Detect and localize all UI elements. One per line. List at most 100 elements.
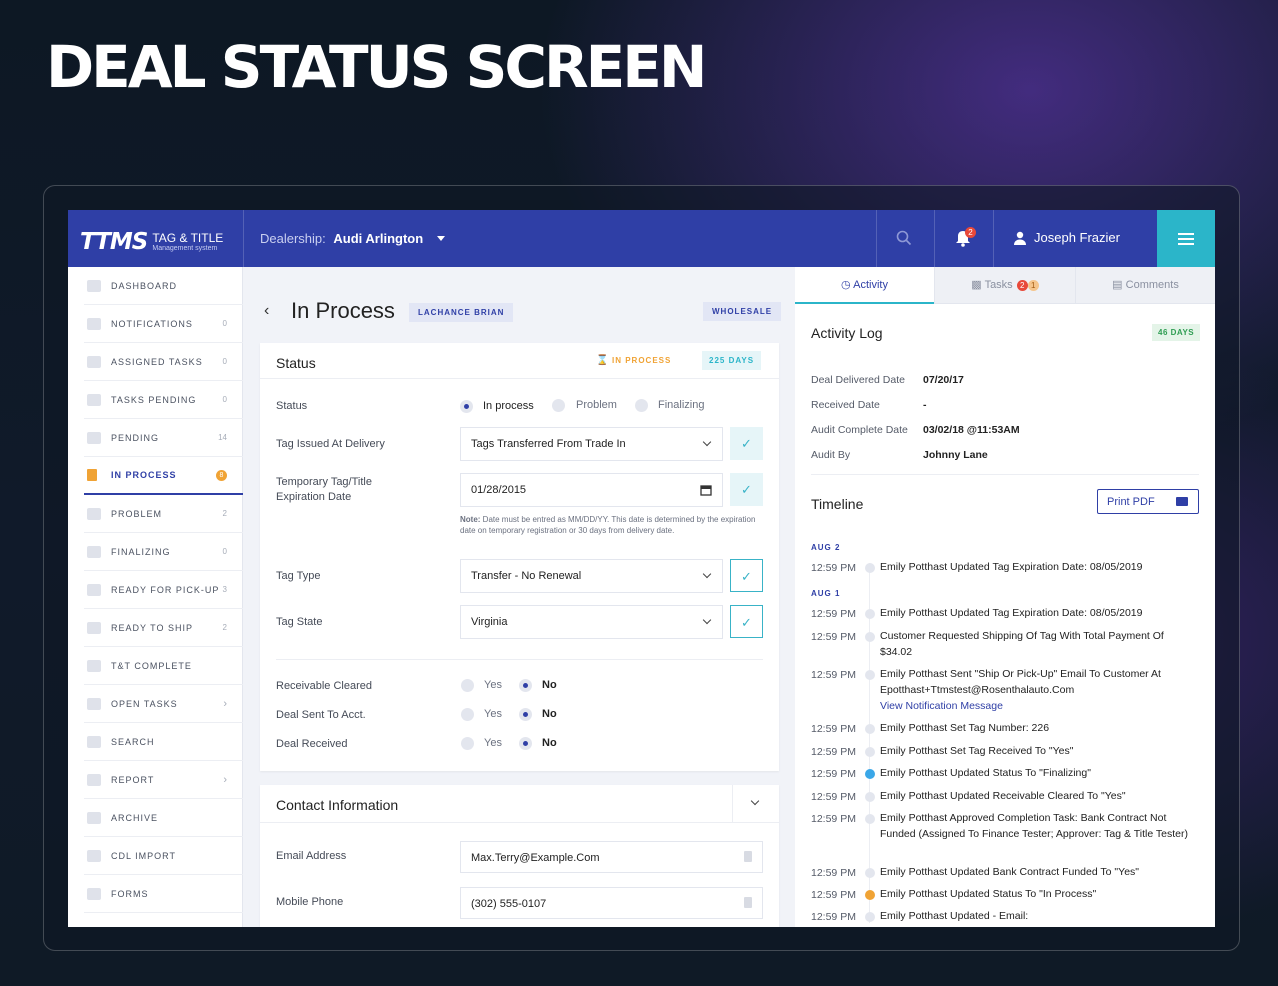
sidebar-item-notifications[interactable]: NOTIFICATIONS 0: [84, 305, 243, 343]
trash-icon[interactable]: [744, 897, 752, 908]
phone-label: Mobile Phone: [276, 896, 344, 908]
activity-log-value: 03/02/18 @11:53AM: [923, 424, 1020, 436]
timeline-date: AUG 1: [811, 589, 841, 598]
status-card: Status ⌛ IN PROCESS 225 DAYS Status In p…: [260, 343, 779, 771]
sidebar-item-open-tasks[interactable]: OPEN TASKS ›: [84, 685, 243, 723]
bell-icon[interactable]: 2: [955, 227, 976, 252]
activity-log-title: Activity Log: [811, 325, 883, 341]
deal-type-chip: WHOLESALE: [703, 302, 782, 321]
hourglass-icon: [87, 469, 97, 481]
sidebar-item-label: REPORT: [111, 774, 155, 785]
activity-log-label: Audit By: [811, 449, 851, 461]
tag-state-select[interactable]: Virginia: [460, 605, 723, 639]
timeline-time: 12:59 PM: [811, 813, 856, 825]
chevron-down-icon[interactable]: [750, 796, 760, 806]
receivable-no-radio[interactable]: [519, 679, 532, 692]
sidebar-item-report[interactable]: REPORT ›: [84, 761, 243, 799]
flag-icon: [87, 545, 101, 558]
deal-sent-label: Deal Sent To Acct.: [276, 709, 366, 721]
sidebar-item-finalizing[interactable]: FINALIZING 0: [84, 533, 243, 571]
sidebar-item-search[interactable]: SEARCH: [84, 723, 243, 761]
sidebar-item-cdl-import[interactable]: CDL IMPORT: [84, 837, 243, 875]
search-icon[interactable]: [896, 230, 912, 251]
sidebar-item-tt-complete[interactable]: T&T COMPLETE: [84, 647, 243, 685]
contact-card-header[interactable]: Contact Information: [260, 785, 779, 823]
deal-received-yes-radio[interactable]: [461, 737, 474, 750]
sidebar-item-label: IN PROCESS: [111, 470, 177, 480]
sidebar-item-assigned-tasks[interactable]: ASSIGNED TASKS 0: [84, 343, 243, 381]
hamburger-menu-button[interactable]: [1157, 210, 1215, 267]
user-menu[interactable]: Joseph Frazier: [1013, 230, 1120, 245]
email-field[interactable]: Max.Terry@Example.Com: [460, 841, 763, 873]
chevron-down-icon: [702, 569, 712, 579]
radio-label: Problem: [576, 399, 617, 411]
status-radio-in-process[interactable]: [460, 400, 473, 413]
timeline-time: 12:59 PM: [811, 911, 856, 923]
sidebar-item-count: 3: [222, 585, 227, 594]
phone-field[interactable]: (302) 555-0107: [460, 887, 763, 919]
sidebar-item-ready-to-ship[interactable]: READY TO SHIP 2: [84, 609, 243, 647]
card-title: Status: [276, 355, 316, 371]
status-radio-finalizing[interactable]: [635, 399, 648, 412]
trash-icon[interactable]: [744, 851, 752, 862]
timeline-dot: [865, 890, 875, 900]
sidebar-item-problem[interactable]: PROBLEM 2: [84, 495, 243, 533]
sidebar-item-label: ASSIGNED TASKS: [111, 356, 203, 367]
dealership-selector[interactable]: Dealership: Audi Arlington: [260, 231, 445, 246]
timeline-event: Customer Requested Shipping Of Tag With …: [880, 630, 1164, 658]
deal-sent-yes-radio[interactable]: [461, 708, 474, 721]
temp-tag-label: Temporary Tag/Title Expiration Date: [276, 476, 372, 503]
activity-log-value: -: [923, 399, 927, 411]
confirm-check-button[interactable]: ✓: [730, 473, 763, 506]
status-label: Status: [276, 400, 308, 412]
timeline-dot: [865, 670, 875, 680]
deal-sent-no-radio[interactable]: [519, 708, 532, 721]
logo[interactable]: TTMS TAG & TITLE Management system: [80, 229, 223, 255]
radio-label: Yes: [484, 679, 502, 691]
sidebar-item-in-process[interactable]: IN PROCESS 8: [84, 457, 243, 495]
sidebar-item-ready-for-pickup[interactable]: READY FOR PICK-UP 3: [84, 571, 243, 609]
dealership-label: Dealership:: [260, 231, 326, 246]
sidebar-item-count: 14: [218, 433, 227, 442]
tab-comments[interactable]: ▤ Comments: [1075, 267, 1215, 304]
view-notification-link[interactable]: View Notification Message: [880, 700, 1003, 712]
tag-type-select[interactable]: Transfer - No Renewal: [460, 559, 723, 593]
back-arrow-icon[interactable]: ‹: [264, 302, 269, 320]
confirm-check-button[interactable]: ✓: [730, 427, 763, 460]
deal-received-no-radio[interactable]: [519, 737, 532, 750]
sidebar-item-tasks-pending[interactable]: TASKS PENDING 0: [84, 381, 243, 419]
sidebar: DASHBOARD NOTIFICATIONS 0 ASSIGNED TASKS 0…: [68, 267, 243, 927]
receivable-yes-radio[interactable]: [461, 679, 474, 692]
sidebar-item-dashboard[interactable]: DASHBOARD: [84, 267, 243, 305]
document-icon: [87, 887, 101, 900]
sidebar-item-forms[interactable]: FORMS: [84, 875, 243, 913]
archive-icon: [87, 811, 101, 824]
confirm-check-button[interactable]: ✓: [730, 605, 763, 638]
chevron-right-icon: ›: [223, 773, 227, 786]
logo-subtitle: Management system: [152, 244, 218, 252]
timeline-time: 12:59 PM: [811, 723, 856, 735]
sidebar-item-count: 0: [222, 357, 227, 366]
sidebar-item-archive[interactable]: ARCHIVE: [84, 799, 243, 837]
sidebar-item-label: PENDING: [111, 432, 160, 443]
timeline-dot: [865, 814, 875, 824]
select-value: Virginia: [471, 616, 508, 628]
main-content: ‹ In Process LACHANCE BRIAN WHOLESALE St…: [244, 267, 794, 927]
sidebar-item-label: PROBLEM: [111, 508, 163, 519]
print-pdf-button[interactable]: Print PDF: [1097, 489, 1199, 514]
timeline-dot: [865, 747, 875, 757]
warning-icon: [87, 507, 101, 520]
event-text: Emily Potthast Sent "Ship Or Pick-Up" Em…: [880, 668, 1161, 696]
tag-issued-select[interactable]: Tags Transferred From Trade In: [460, 427, 723, 461]
sidebar-item-pending[interactable]: PENDING 14: [84, 419, 243, 457]
timeline-dot: [865, 769, 875, 779]
tag-type-label: Tag Type: [276, 570, 321, 582]
tab-activity[interactable]: ◷ Activity: [795, 267, 934, 304]
tab-tasks[interactable]: ▩ Tasks 2 1: [934, 267, 1075, 304]
temp-tag-date-input[interactable]: 01/28/2015: [460, 473, 723, 507]
status-radio-problem[interactable]: [552, 399, 565, 412]
timeline-event: Emily Potthast Updated Bank Contract Fun…: [880, 866, 1140, 878]
confirm-check-button[interactable]: ✓: [730, 559, 763, 592]
note-bold: Note:: [460, 515, 481, 524]
chevron-right-icon: ›: [223, 697, 227, 710]
